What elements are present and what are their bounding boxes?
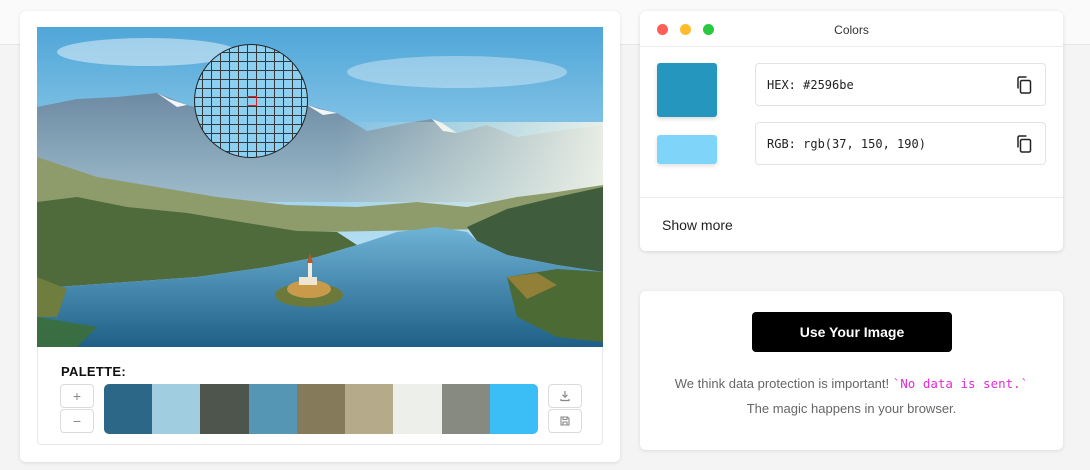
selected-color-swatch <box>657 63 717 117</box>
palette-swatch[interactable] <box>296 384 346 434</box>
privacy-text-start: We think data protection is important! <box>674 376 893 391</box>
lake-bled-photo <box>37 27 603 347</box>
window-title: Colors <box>834 23 869 37</box>
landscape-image[interactable] <box>37 27 603 347</box>
privacy-text-end: The magic happens in your browser. <box>746 401 957 416</box>
window-titlebar: Colors <box>640 11 1063 47</box>
divider <box>640 197 1063 198</box>
secondary-color-swatch <box>657 135 717 164</box>
hex-value-field: HEX: #2596be <box>755 63 1046 106</box>
rgb-value-field: RGB: rgb(37, 150, 190) <box>755 122 1046 165</box>
palette-swatch[interactable] <box>248 384 297 434</box>
privacy-code-text: `No data is sent.` <box>892 376 1029 391</box>
copy-rgb-button[interactable] <box>1015 134 1033 154</box>
palette-swatch[interactable] <box>104 384 153 434</box>
hex-value: HEX: #2596be <box>767 78 854 92</box>
privacy-note: We think data protection is important! `… <box>670 371 1033 421</box>
image-card: PALETTE: + − <box>20 11 620 462</box>
palette-swatch[interactable] <box>200 384 249 434</box>
save-button[interactable] <box>548 409 582 433</box>
add-color-button[interactable]: + <box>60 384 94 408</box>
color-picker-loupe[interactable] <box>194 44 308 158</box>
palette-swatches <box>104 384 538 434</box>
rgb-value: RGB: rgb(37, 150, 190) <box>767 137 926 151</box>
palette-swatch[interactable] <box>393 384 442 434</box>
copy-icon <box>1017 76 1032 94</box>
palette-swatch[interactable] <box>441 384 490 434</box>
copy-icon <box>1017 135 1032 153</box>
copy-hex-button[interactable] <box>1015 75 1033 95</box>
save-icon <box>560 416 570 426</box>
palette-swatch[interactable] <box>489 384 538 434</box>
loupe-center-pixel <box>247 96 257 106</box>
show-more-link[interactable]: Show more <box>662 217 733 233</box>
palette-swatch[interactable] <box>152 384 201 434</box>
colors-window: Colors HEX: #2596be RGB: rgb(37, 150, 19… <box>640 11 1063 251</box>
download-button[interactable] <box>548 384 582 408</box>
palette-panel: PALETTE: + − <box>37 347 603 445</box>
use-your-image-button[interactable]: Use Your Image <box>752 312 952 352</box>
upload-card: Use Your Image We think data protection … <box>640 291 1063 450</box>
download-icon <box>560 391 570 402</box>
palette-title: PALETTE: <box>61 364 126 379</box>
remove-color-button[interactable]: − <box>60 409 94 433</box>
palette-swatch[interactable] <box>345 384 394 434</box>
